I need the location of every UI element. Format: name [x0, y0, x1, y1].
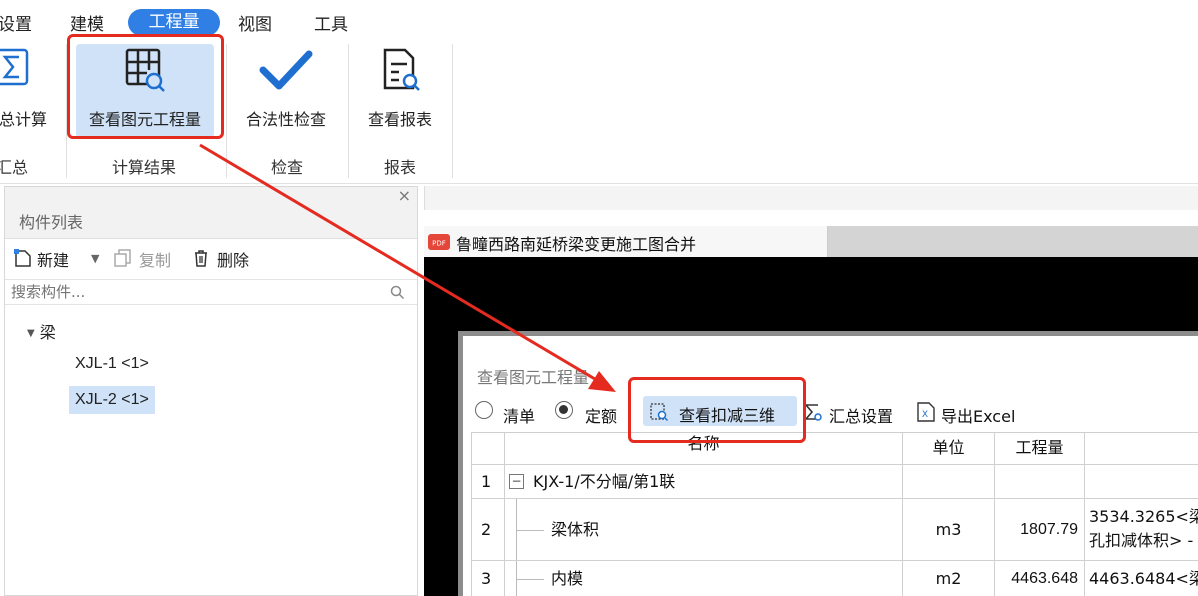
row-expression-line: 孔扣减体积> -: [1089, 531, 1194, 550]
table-header-unit: 单位: [903, 433, 995, 465]
row-expression-line: 3534.3265<梁: [1089, 507, 1198, 526]
new-button[interactable]: 新建: [37, 247, 69, 271]
document-tab-bar: PDF 鲁疃西路南延桥梁变更施工图合并: [424, 226, 1198, 257]
chevron-down-icon[interactable]: ▼: [27, 328, 35, 339]
row-unit: m3: [903, 499, 995, 561]
group-label-calc-result: 计算结果: [112, 158, 177, 177]
report-search-icon: [383, 48, 420, 91]
view-deduct-3d-button[interactable]: 查看扣减三维: [643, 396, 797, 426]
menu-settings[interactable]: 设置: [0, 10, 32, 35]
panel-toolbar: 新建 ▼ 复制 删除: [5, 239, 417, 277]
menu-quantity[interactable]: 工程量: [128, 9, 220, 36]
panel-title: 构件列表: [19, 213, 84, 232]
search-icon[interactable]: [390, 285, 405, 300]
quantity-table: 名称 单位 工程量 1 − KJX-1/不分幅/第1联 2 梁体积 m3 180…: [471, 432, 1198, 596]
menu-modeling[interactable]: 建模: [70, 10, 104, 35]
pdf-icon: PDF: [428, 234, 450, 250]
checkmark-icon: [259, 50, 313, 90]
row-unit: m2: [903, 561, 995, 596]
tree-node-label: 梁: [39, 323, 56, 342]
radio-list[interactable]: [475, 401, 493, 419]
row-expression: [1085, 465, 1198, 499]
export-excel-button[interactable]: 导出Excel: [941, 403, 1015, 427]
view-report-button[interactable]: 查看报表: [358, 44, 442, 138]
delete-button[interactable]: 删除: [217, 247, 249, 271]
view-element-quantity-label: 查看图元工程量: [88, 110, 201, 129]
table-header-name: 名称: [505, 433, 903, 465]
row-name-text: KJX-1/不分幅/第1联: [533, 472, 676, 491]
summary-calc-label: 总计算: [0, 110, 47, 129]
search-row: [5, 279, 417, 305]
copy-icon: [114, 249, 131, 267]
document-tab[interactable]: PDF 鲁疃西路南延桥梁变更施工图合并: [424, 226, 828, 257]
deduct-3d-icon: [650, 403, 669, 422]
search-input[interactable]: [11, 282, 381, 302]
group-separator: [452, 44, 453, 178]
tree-line: [516, 530, 544, 531]
svg-text:PDF: PDF: [432, 240, 446, 248]
table-row-name[interactable]: 梁体积: [505, 499, 903, 561]
view-report-label: 查看报表: [367, 110, 432, 129]
component-list-panel: 构件列表 × 新建 ▼ 复制 删除 ▼ 梁 XJL-1 <1> XJL-2 <: [4, 186, 418, 596]
delete-icon: [195, 250, 207, 267]
dialog-toolbar: 清单 定额 查看扣减三维 汇总设置 X 导出Excel: [463, 388, 1198, 432]
ribbon: 总计算 查看图元工程量 合法性检查 查看报表 汇总 计算结果 检查 报表: [0, 38, 1198, 184]
table-row-name[interactable]: 内模: [505, 561, 903, 596]
close-icon[interactable]: ×: [398, 186, 411, 205]
summary-settings-icon: [804, 404, 822, 421]
menu-bar: 设置 建模 工程量 视图 工具: [0, 0, 1198, 38]
row-name-text: 内模: [551, 569, 584, 588]
radio-list-label: 清单: [503, 407, 536, 426]
summary-calc-button[interactable]: 总计算: [0, 44, 52, 138]
chevron-down-icon[interactable]: ▼: [91, 252, 99, 265]
table-header-quantity: 工程量: [995, 433, 1085, 465]
summary-settings-button[interactable]: 汇总设置: [829, 403, 893, 427]
dialog-title: 查看图元工程量: [477, 368, 590, 387]
document-tab-label: 鲁疃西路南延桥梁变更施工图合并: [456, 235, 697, 254]
row-expression: 3534.3265<梁 孔扣减体积> -: [1085, 499, 1198, 561]
right-header-strip: [424, 186, 1198, 210]
legality-check-button[interactable]: 合法性检查: [236, 44, 336, 138]
group-label-check: 检查: [271, 158, 304, 177]
grid-search-icon: [125, 48, 165, 92]
row-quantity: 4463.648: [995, 561, 1085, 596]
svg-text:X: X: [922, 410, 928, 420]
menu-view[interactable]: 视图: [238, 10, 272, 35]
copy-button[interactable]: 复制: [139, 247, 171, 271]
new-icon: [14, 249, 31, 267]
tree-node-beam[interactable]: ▼ 梁: [27, 319, 56, 343]
group-separator: [348, 44, 349, 178]
view-element-quantity-button[interactable]: 查看图元工程量: [76, 44, 214, 138]
tree-item-xjl1[interactable]: XJL-1 <1>: [69, 350, 155, 378]
row-expression: 4463.6484<梁: [1085, 561, 1198, 596]
group-label-report: 报表: [384, 158, 417, 177]
row-quantity: [995, 465, 1085, 499]
panel-titlebar: 构件列表 ×: [5, 186, 417, 239]
row-number: 2: [471, 499, 505, 561]
export-excel-icon: X: [917, 402, 935, 422]
row-number: 1: [471, 465, 505, 499]
row-quantity: 1807.79: [995, 499, 1085, 561]
group-separator: [66, 44, 67, 178]
table-header-cell: [471, 433, 505, 465]
row-number: 3: [471, 561, 505, 596]
table-header-expression: [1085, 433, 1198, 465]
collapse-icon[interactable]: −: [509, 474, 524, 489]
group-label-summary: 汇总: [0, 158, 29, 177]
group-separator: [226, 44, 227, 178]
row-name-text: 梁体积: [551, 520, 600, 539]
legality-check-label: 合法性检查: [245, 110, 326, 129]
radio-quota[interactable]: [555, 401, 573, 419]
view-deduct-3d-label: 查看扣减三维: [679, 406, 776, 425]
row-unit: [903, 465, 995, 499]
tree-line: [516, 579, 544, 580]
tree-item-xjl2[interactable]: XJL-2 <1>: [69, 386, 155, 414]
radio-quota-label: 定额: [585, 407, 618, 426]
sigma-icon: [0, 48, 29, 86]
menu-tools[interactable]: 工具: [314, 10, 348, 35]
view-quantity-dialog: 查看图元工程量 清单 定额 查看扣减三维 汇总设置 X 导出Excel 名称 单…: [458, 331, 1198, 596]
table-row-name[interactable]: − KJX-1/不分幅/第1联: [505, 465, 903, 499]
